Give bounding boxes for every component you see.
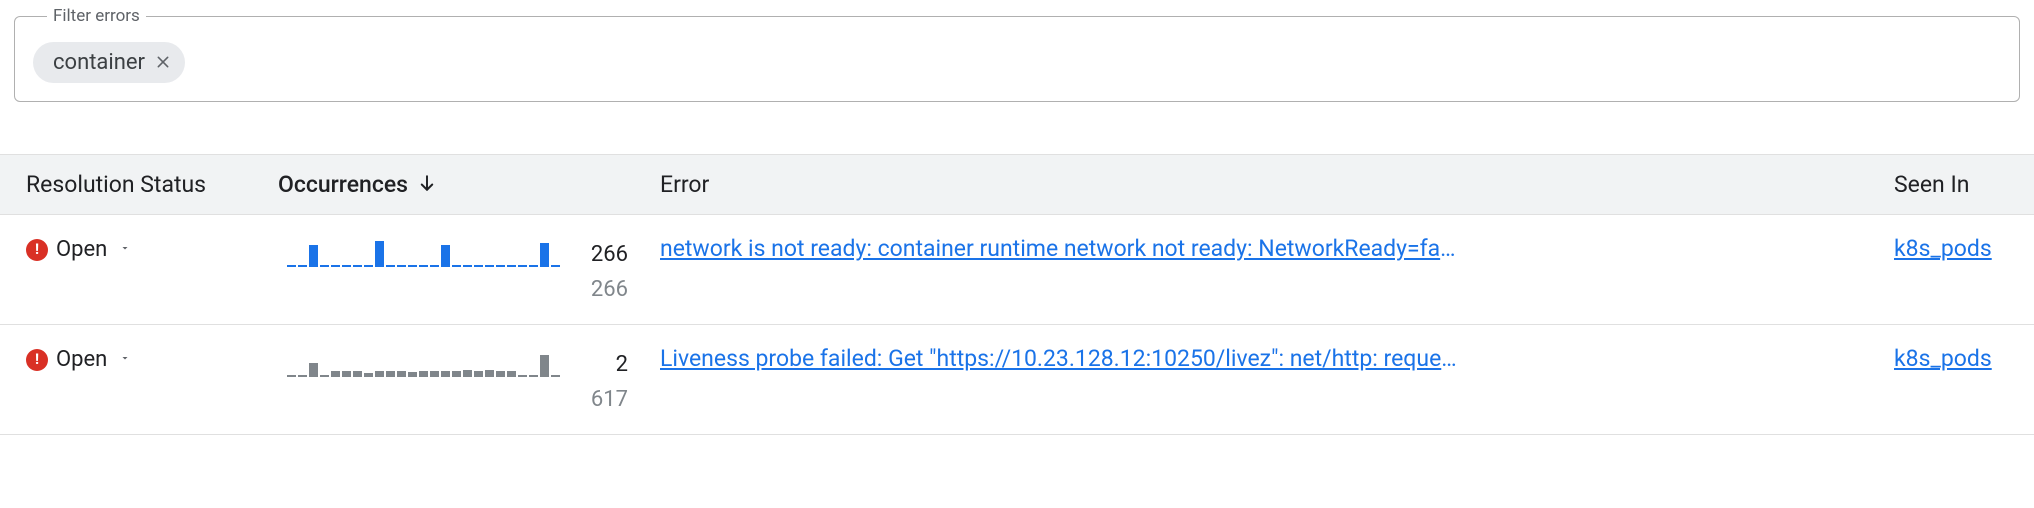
status-label: Open [56,237,107,262]
errors-table: Resolution Status Occurrences Error Seen… [0,154,2034,435]
seen-in-link[interactable]: k8s_pods [1894,235,1992,262]
filter-legend: Filter errors [47,6,146,26]
occurrence-count: 2 [578,352,628,377]
table-header-row: Resolution Status Occurrences Error Seen… [0,154,2034,215]
occurrence-total: 266 [591,277,628,302]
status-dropdown[interactable]: ! Open [26,345,260,372]
error-icon: ! [26,239,48,261]
filter-input[interactable] [193,50,2001,75]
filter-chip[interactable]: container [33,42,185,83]
occurrence-total: 617 [591,387,628,412]
header-seen-in[interactable]: Seen In [1894,171,2034,198]
header-error[interactable]: Error [660,171,1894,198]
table-row: ! Open 2 617 Liveness probe failed: Get … [0,325,2034,435]
status-dropdown[interactable]: ! Open [26,235,260,262]
filter-errors-fieldset[interactable]: Filter errors container [14,6,2020,102]
chevron-down-icon [119,242,131,258]
sparkline-chart [287,345,560,377]
table-row: ! Open 266 266 network is not ready: con… [0,215,2034,325]
error-icon: ! [26,349,48,371]
error-link[interactable]: Liveness probe failed: Get "https://10.2… [660,345,1460,372]
sort-descending-icon [418,171,436,198]
seen-in-link[interactable]: k8s_pods [1894,345,1992,372]
filter-chip-label: container [53,50,145,75]
status-label: Open [56,347,107,372]
sparkline-chart [287,235,560,267]
header-resolution-status[interactable]: Resolution Status [0,171,260,198]
occurrence-count: 266 [578,242,628,267]
chevron-down-icon [119,352,131,368]
header-occurrences[interactable]: Occurrences [260,171,660,198]
error-link[interactable]: network is not ready: container runtime … [660,235,1460,262]
close-icon[interactable] [155,53,171,73]
